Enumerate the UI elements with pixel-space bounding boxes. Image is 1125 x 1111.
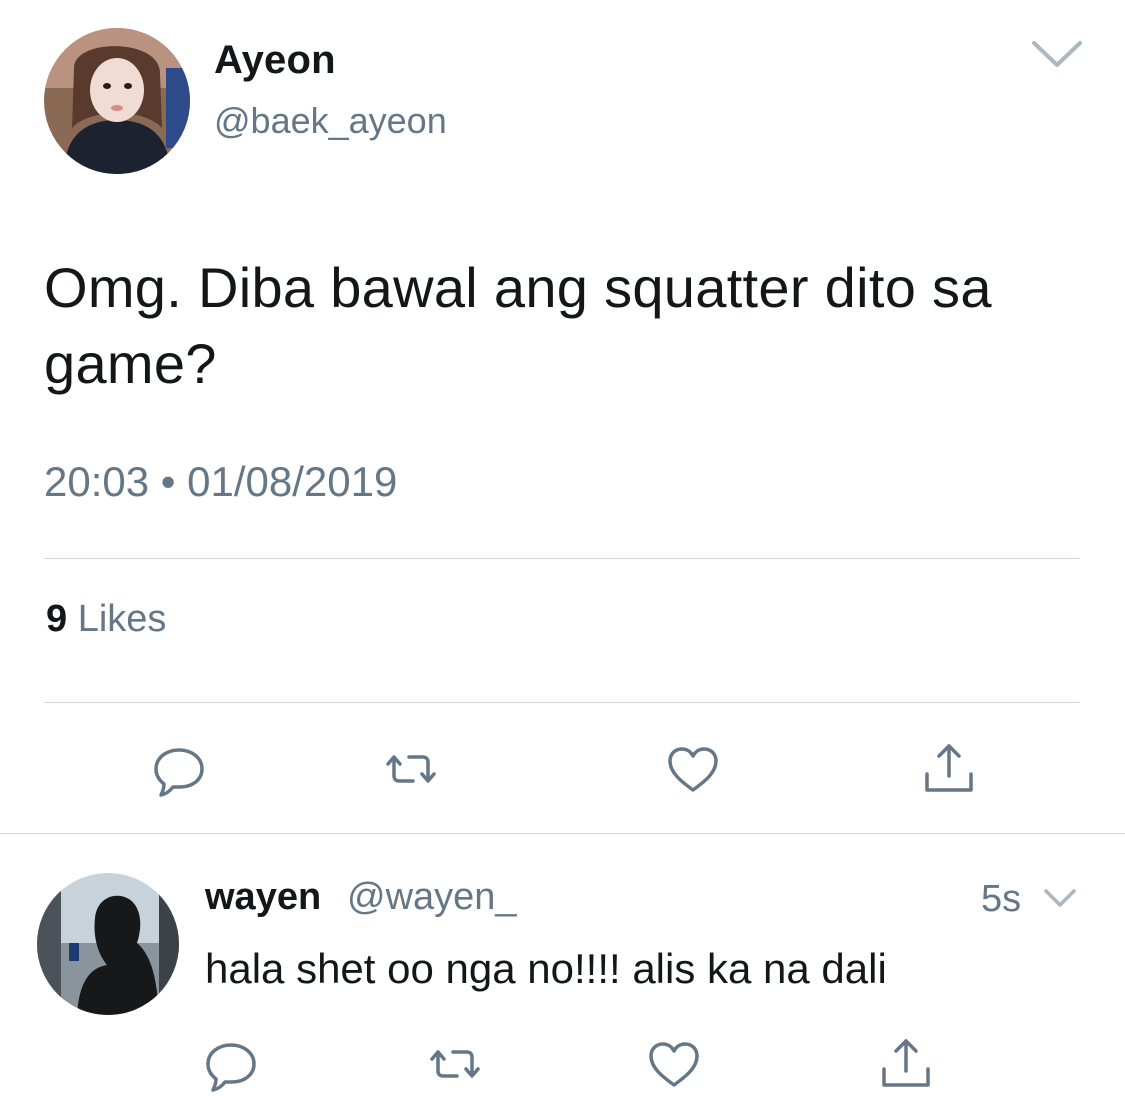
reply-timestamp[interactable]: 5s [981, 878, 1021, 921]
tweet-text: Omg. Diba bawal ang squatter dito sa gam… [44, 256, 992, 395]
like-icon[interactable] [643, 1033, 705, 1095]
reply-icon[interactable] [148, 738, 210, 800]
avatar-photo [37, 873, 179, 1015]
reply-display-name[interactable]: wayen [205, 876, 321, 919]
reply-author-avatar[interactable] [37, 873, 179, 1015]
divider [44, 702, 1080, 703]
retweet-icon[interactable] [424, 1033, 486, 1095]
chevron-down-icon[interactable] [1042, 886, 1078, 910]
divider [0, 833, 1125, 834]
likes-label: Likes [77, 598, 167, 640]
retweet-icon[interactable] [380, 738, 442, 800]
author-handle[interactable]: @baek_ayeon [214, 100, 447, 142]
likes-count: 9 [46, 598, 68, 640]
author-avatar[interactable] [44, 28, 190, 174]
chevron-down-icon[interactable] [1030, 38, 1084, 70]
author-display-name[interactable]: Ayeon [214, 38, 336, 83]
avatar-photo [44, 28, 190, 174]
tweet-timestamp[interactable]: 20:03 • 01/08/2019 [44, 458, 397, 506]
reply-handle[interactable]: @wayen_ [347, 876, 517, 919]
reply-icon[interactable] [200, 1033, 262, 1095]
like-icon[interactable] [662, 738, 724, 800]
share-icon[interactable] [875, 1033, 937, 1095]
likes-stat[interactable]: 9 Likes [46, 598, 166, 641]
share-icon[interactable] [918, 738, 980, 800]
divider [44, 558, 1080, 559]
reply-text: hala shet oo nga no!!!! alis ka na dali [205, 945, 887, 992]
